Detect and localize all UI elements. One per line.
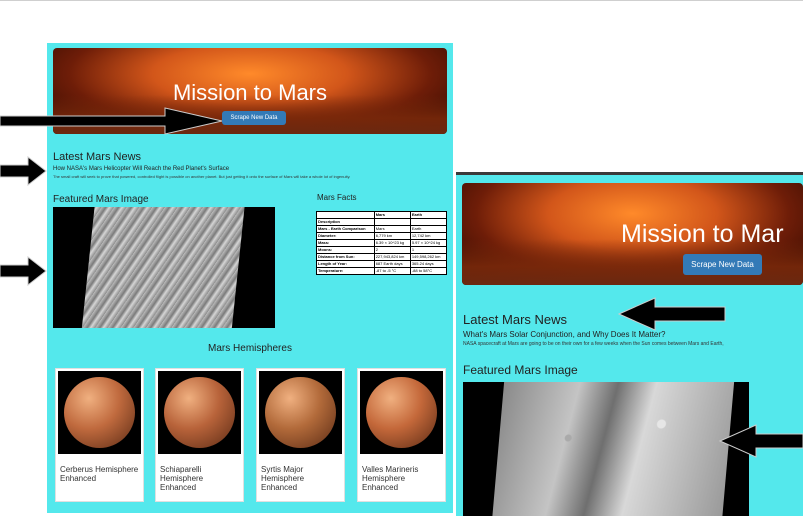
- hemisphere-card[interactable]: Syrtis Major Hemisphere Enhanced: [256, 368, 345, 502]
- facts-row: Distance from Sun: 227,943,824 km 149,598,…: [316, 253, 448, 261]
- facts-cell: Mass:: [316, 239, 375, 247]
- hemisphere-label: Schiaparelli Hemisphere Enhanced: [160, 465, 204, 492]
- facts-cell: 5.97 × 10^24 kg: [409, 239, 448, 247]
- arrow-left-icon: [718, 424, 803, 458]
- arrow-right-icon: [0, 256, 47, 286]
- facts-cell: Mars: [373, 225, 411, 233]
- facts-cell: -87 to -5 °C: [373, 267, 411, 275]
- featured-mars-image: [463, 382, 749, 516]
- facts-cell: Description: [316, 218, 375, 226]
- facts-row: Diameter: 6,779 km 12,742 km: [316, 232, 448, 240]
- facts-row: Temperature: -87 to -5 °C -88 to 58°C: [316, 267, 448, 275]
- right-page: Mission to Mar Scrape New Data Latest Ma…: [456, 172, 803, 516]
- facts-row: Mars Earth: [316, 211, 448, 219]
- arrow-right-icon: [0, 107, 223, 135]
- hemisphere-image[interactable]: [259, 371, 342, 454]
- facts-cell: 227,943,824 km: [373, 253, 411, 261]
- facts-cell: Mars - Earth Comparison: [316, 225, 375, 233]
- hemisphere-label: Valles Marineris Hemisphere Enhanced: [362, 465, 419, 492]
- hemisphere-label: Syrtis Major Hemisphere Enhanced: [261, 465, 305, 492]
- page-title: Mission to Mar: [621, 220, 784, 248]
- featured-image-heading: Featured Mars Image: [53, 194, 149, 205]
- news-title: How NASA's Mars Helicopter Will Reach th…: [53, 166, 230, 172]
- facts-cell: 6,779 km: [373, 232, 411, 240]
- facts-cell: [316, 211, 375, 219]
- facts-row: Length of Year: 687 Earth days 365.24 days: [316, 260, 448, 268]
- facts-cell: 365.24 days: [409, 260, 448, 268]
- mars-facts-table: Mars Earth Description Mars - Earth Compari…: [316, 211, 448, 275]
- hemisphere-image[interactable]: [158, 371, 241, 454]
- facts-cell: Earth: [409, 211, 448, 219]
- facts-cell: 6.39 × 10^23 kg: [373, 239, 411, 247]
- top-divider: [0, 0, 803, 1]
- arrow-right-icon: [0, 156, 47, 186]
- news-heading: Latest Mars News: [463, 312, 568, 327]
- news-heading: Latest Mars News: [53, 151, 142, 163]
- facts-row: Mass: 6.39 × 10^23 kg 5.97 × 10^24 kg: [316, 239, 448, 247]
- facts-cell: 2: [373, 246, 411, 254]
- hemisphere-card[interactable]: Valles Marineris Hemisphere Enhanced: [357, 368, 446, 502]
- facts-cell: Earth: [409, 225, 448, 233]
- facts-row: Mars - Earth Comparison Mars Earth: [316, 225, 448, 233]
- facts-cell: Mars: [373, 211, 411, 219]
- facts-cell: Distance from Sun:: [316, 253, 375, 261]
- hemisphere-card[interactable]: Schiaparelli Hemisphere Enhanced: [155, 368, 244, 502]
- hemispheres-heading: Mars Hemispheres: [208, 343, 292, 354]
- arrow-left-icon: [617, 297, 726, 331]
- news-paragraph: The small craft will seek to prove that …: [53, 174, 351, 179]
- facts-row: Description: [316, 218, 448, 226]
- facts-cell: Moons:: [316, 246, 375, 254]
- scrape-button[interactable]: Scrape New Data: [222, 111, 286, 125]
- facts-cell: Diameter:: [316, 232, 375, 240]
- news-paragraph: NASA spacecraft at Mars are going to be …: [463, 341, 724, 347]
- featured-mars-image: [53, 207, 275, 328]
- facts-cell: -88 to 58°C: [409, 267, 448, 275]
- hemisphere-card[interactable]: Cerberus Hemisphere Enhanced: [55, 368, 144, 502]
- facts-row: Moons: 2 1: [316, 246, 448, 254]
- hemisphere-image[interactable]: [58, 371, 141, 454]
- facts-cell: [373, 218, 411, 226]
- facts-cell: Temperature:: [316, 267, 375, 275]
- mars-facts-heading: Mars Facts: [317, 193, 357, 202]
- facts-cell: 1: [409, 246, 448, 254]
- scrape-button[interactable]: Scrape New Data: [683, 254, 762, 275]
- facts-cell: 687 Earth days: [373, 260, 411, 268]
- hemisphere-image[interactable]: [360, 371, 443, 454]
- featured-image-heading: Featured Mars Image: [463, 363, 578, 377]
- hemisphere-label: Cerberus Hemisphere Enhanced: [60, 465, 139, 483]
- facts-cell: Length of Year:: [316, 260, 375, 268]
- facts-cell: [409, 218, 448, 226]
- page-title: Mission to Mars: [172, 80, 328, 105]
- jumbotron-banner: Mission to Mar Scrape New Data: [462, 183, 803, 285]
- facts-cell: 149,598,262 km: [409, 253, 448, 261]
- facts-cell: 12,742 km: [409, 232, 448, 240]
